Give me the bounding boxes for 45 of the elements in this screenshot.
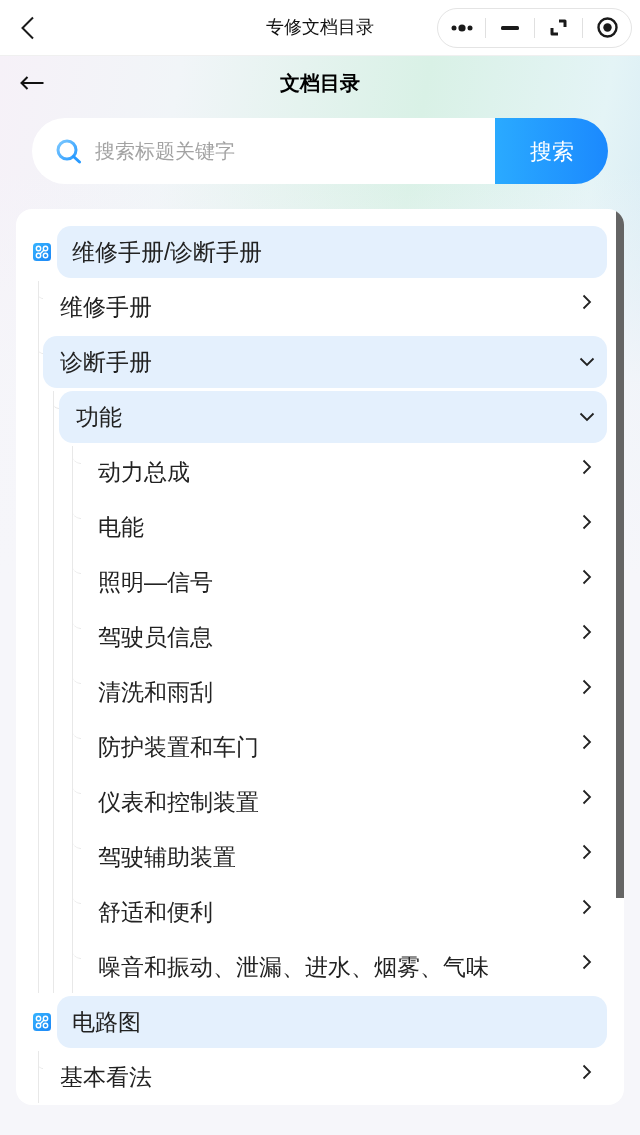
tree-category[interactable]: 维修手册/诊断手册: [57, 226, 607, 278]
chevron-right-icon: [582, 844, 592, 860]
nodes-icon: [33, 1013, 51, 1031]
chevron-right-icon: [582, 294, 592, 310]
tree-item[interactable]: 照明—信号: [81, 556, 607, 608]
back-button[interactable]: [20, 15, 35, 40]
search-field[interactable]: 搜索标题关键字: [32, 118, 495, 184]
dots-icon: [450, 23, 473, 32]
tree-item[interactable]: 舒适和便利: [81, 886, 607, 938]
chevron-down-icon: [579, 357, 595, 367]
nodes-icon: [33, 243, 51, 261]
tree-item[interactable]: 清洗和雨刮: [81, 666, 607, 718]
chevron-right-icon: [582, 569, 592, 585]
chevron-right-icon: [582, 624, 592, 640]
search-icon: [56, 139, 82, 164]
chevron-right-icon: [582, 899, 592, 915]
tree-item[interactable]: 驾驶员信息: [81, 611, 607, 663]
back-button[interactable]: [20, 76, 44, 90]
page-title: 专修文档目录: [266, 16, 374, 39]
tree-item[interactable]: 噪音和振动、泄漏、进水、烟雾、气味: [81, 941, 607, 993]
chevron-right-icon: [582, 514, 592, 530]
minus-icon: [501, 25, 520, 30]
corners-icon: [550, 19, 568, 36]
target-icon: [596, 17, 618, 38]
chevron-left-icon: [20, 15, 35, 40]
tree-category[interactable]: 电路图: [57, 996, 607, 1048]
header-title: 文档目录: [280, 71, 360, 96]
chevron-right-icon: [582, 679, 592, 695]
tree-item[interactable]: 电能: [81, 501, 607, 553]
chevron-down-icon: [579, 412, 595, 422]
arrow-left-icon: [20, 76, 44, 90]
tree-item[interactable]: 功能: [59, 391, 607, 443]
chevron-right-icon: [582, 954, 592, 970]
tree-item[interactable]: 基本看法: [43, 1051, 607, 1103]
chevron-right-icon: [582, 734, 592, 750]
tree-item[interactable]: 驾驶辅助装置: [81, 831, 607, 883]
tree-item[interactable]: 防护装置和车门: [81, 721, 607, 773]
tree-item[interactable]: 仪表和控制装置: [81, 776, 607, 828]
tree-item[interactable]: 维修手册: [43, 281, 607, 333]
tree-item[interactable]: 诊断手册: [43, 336, 607, 388]
chevron-right-icon: [582, 1064, 592, 1080]
tree-item[interactable]: 动力总成: [81, 446, 607, 498]
chevron-right-icon: [582, 789, 592, 805]
scrollbar-thumb[interactable]: [616, 210, 624, 898]
chevron-right-icon: [582, 459, 592, 475]
